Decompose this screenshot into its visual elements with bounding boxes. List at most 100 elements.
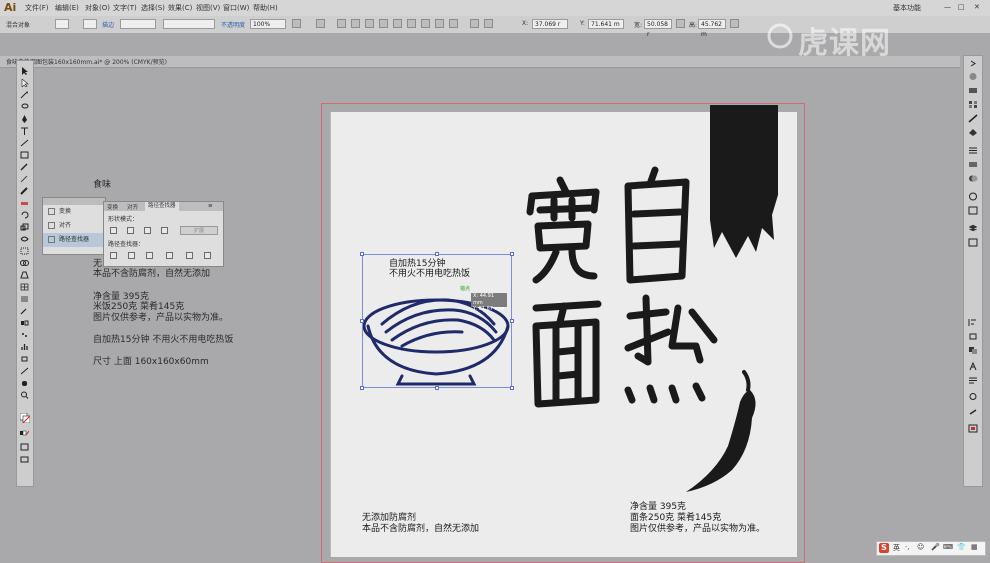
tab-align[interactable]: 对齐 <box>127 203 138 211</box>
collapse-icon[interactable] <box>968 59 978 68</box>
width-field[interactable]: 50.058 r <box>644 19 672 38</box>
trim-icon[interactable] <box>128 252 135 259</box>
menu-object[interactable]: 对象(O) <box>85 3 110 13</box>
handle-bottom-left[interactable] <box>360 386 364 390</box>
merge-icon[interactable] <box>146 252 153 259</box>
width-tool-icon[interactable] <box>20 235 29 243</box>
ime-punctuation-icon[interactable]: ·, <box>905 543 909 551</box>
align-panel-icon[interactable] <box>968 318 978 327</box>
handle-top-left[interactable] <box>360 252 364 256</box>
stroke-panel-icon[interactable] <box>968 146 978 155</box>
handle-middle-left[interactable] <box>360 319 364 323</box>
align-to-icon[interactable] <box>449 19 458 28</box>
ime-lang-toggle[interactable]: 英 <box>893 543 900 553</box>
symbols-panel-icon[interactable] <box>968 128 978 137</box>
tab-pathfinder[interactable]: 路径查找器 <box>145 202 179 211</box>
maximize-button[interactable]: □ <box>958 3 965 11</box>
character-panel-icon[interactable] <box>968 362 978 371</box>
blend-tool-icon[interactable] <box>20 319 29 327</box>
stroke-link[interactable]: 描边 <box>102 20 114 29</box>
document-tab[interactable]: 食味自热面图包装160x160mm.ai* @ 200% (CMYK/预览) <box>0 56 960 68</box>
align-bottom-icon[interactable] <box>393 19 402 28</box>
close-button[interactable]: ✕ <box>974 3 980 11</box>
color-panel-icon[interactable] <box>968 72 978 81</box>
slice-tool-icon[interactable] <box>20 367 29 375</box>
reference-point-icon[interactable] <box>484 19 493 28</box>
ime-skin-icon[interactable]: 👕 <box>957 543 966 551</box>
align-left-icon[interactable] <box>316 19 325 28</box>
x-field[interactable]: 37.069 r <box>532 19 568 29</box>
graphic-styles-panel-icon[interactable] <box>968 206 978 215</box>
variable-width-select[interactable] <box>163 19 215 29</box>
stroke-weight-field[interactable] <box>120 19 156 29</box>
rotate-tool-icon[interactable] <box>20 211 29 219</box>
handle-top-right[interactable] <box>510 252 514 256</box>
selection-tool-icon[interactable] <box>20 67 29 75</box>
pathfinder-panel-icon[interactable] <box>968 346 978 355</box>
menu-select[interactable]: 选择(S) <box>141 3 165 13</box>
ime-toolbox-icon[interactable]: ▦ <box>971 543 978 551</box>
menu-window[interactable]: 窗口(W) <box>223 3 249 13</box>
minimize-button[interactable]: — <box>944 3 951 11</box>
intersect-icon[interactable] <box>144 227 151 234</box>
draw-mode-icon[interactable] <box>20 443 29 451</box>
blob-brush-tool-icon[interactable] <box>20 187 29 195</box>
menu-edit[interactable]: 编辑(E) <box>55 3 79 13</box>
pen-tool-icon[interactable] <box>20 115 29 123</box>
layers-panel-icon[interactable] <box>968 224 978 233</box>
scale-tool-icon[interactable] <box>20 223 29 231</box>
rectangle-tool-icon[interactable] <box>20 151 29 159</box>
outline-icon[interactable] <box>186 252 193 259</box>
direct-selection-tool-icon[interactable] <box>20 79 29 87</box>
menu-type[interactable]: 文字(T) <box>113 3 137 13</box>
height-field[interactable]: 45.762 m <box>698 19 726 38</box>
panel-menu-icon[interactable] <box>730 19 739 28</box>
minus-back-icon[interactable] <box>204 252 211 259</box>
mesh-tool-icon[interactable] <box>20 283 29 291</box>
paragraph-panel-icon[interactable] <box>968 376 978 385</box>
align-panel-button[interactable]: 对齐 <box>43 219 105 233</box>
eyedropper-tool-icon[interactable] <box>20 307 29 315</box>
shape-builder-tool-icon[interactable] <box>20 259 29 267</box>
graph-tool-icon[interactable] <box>20 343 29 351</box>
minus-front-icon[interactable] <box>127 227 134 234</box>
opacity-field[interactable]: 100% <box>250 19 286 29</box>
tab-transform[interactable]: 变换 <box>107 203 118 211</box>
magic-wand-tool-icon[interactable] <box>20 91 29 99</box>
artboards-panel-icon[interactable] <box>968 238 978 247</box>
links-panel-icon[interactable] <box>968 408 978 417</box>
exclude-icon[interactable] <box>161 227 168 234</box>
opacity-link[interactable]: 不透明度 <box>221 20 245 29</box>
menu-help[interactable]: 帮助(H) <box>253 3 278 13</box>
eraser-tool-icon[interactable] <box>20 199 29 207</box>
workspace-switcher[interactable]: 基本功能 <box>893 3 921 13</box>
swatches-panel-icon[interactable] <box>968 100 978 109</box>
align-center-icon[interactable] <box>337 19 346 28</box>
menu-file[interactable]: 文件(F) <box>25 3 49 13</box>
symbol-sprayer-tool-icon[interactable] <box>20 331 29 339</box>
transform-panel-icon[interactable] <box>968 332 978 341</box>
type-tool-icon[interactable] <box>20 127 29 135</box>
navigator-panel-icon[interactable] <box>968 424 978 433</box>
free-transform-tool-icon[interactable] <box>20 247 29 255</box>
appearance-panel-icon[interactable] <box>968 192 978 201</box>
constrain-link-icon[interactable] <box>676 19 685 28</box>
menu-view[interactable]: 视图(V) <box>196 3 220 13</box>
expand-button[interactable]: 扩展 <box>180 226 218 235</box>
ime-keyboard-icon[interactable]: ⌨ <box>943 543 953 551</box>
transform-icon[interactable] <box>470 19 479 28</box>
unite-icon[interactable] <box>110 227 117 234</box>
transform-panel-button[interactable]: 变换 <box>43 205 105 219</box>
screen-mode-icon[interactable] <box>20 455 29 463</box>
brushes-panel-icon[interactable] <box>968 114 978 123</box>
y-field[interactable]: 71.641 m <box>588 19 624 29</box>
handle-bottom-right[interactable] <box>510 386 514 390</box>
fill-stroke-swatch-icon[interactable] <box>20 413 30 423</box>
fill-swatch[interactable] <box>55 19 69 29</box>
gradient-panel-icon[interactable] <box>968 160 978 169</box>
gradient-tool-icon[interactable] <box>20 295 29 303</box>
sogou-logo-icon[interactable]: S <box>879 543 889 553</box>
color-mode-icon[interactable] <box>20 429 29 437</box>
panel-menu-icon[interactable]: ≡ <box>208 203 213 209</box>
align-middle-icon[interactable] <box>379 19 388 28</box>
